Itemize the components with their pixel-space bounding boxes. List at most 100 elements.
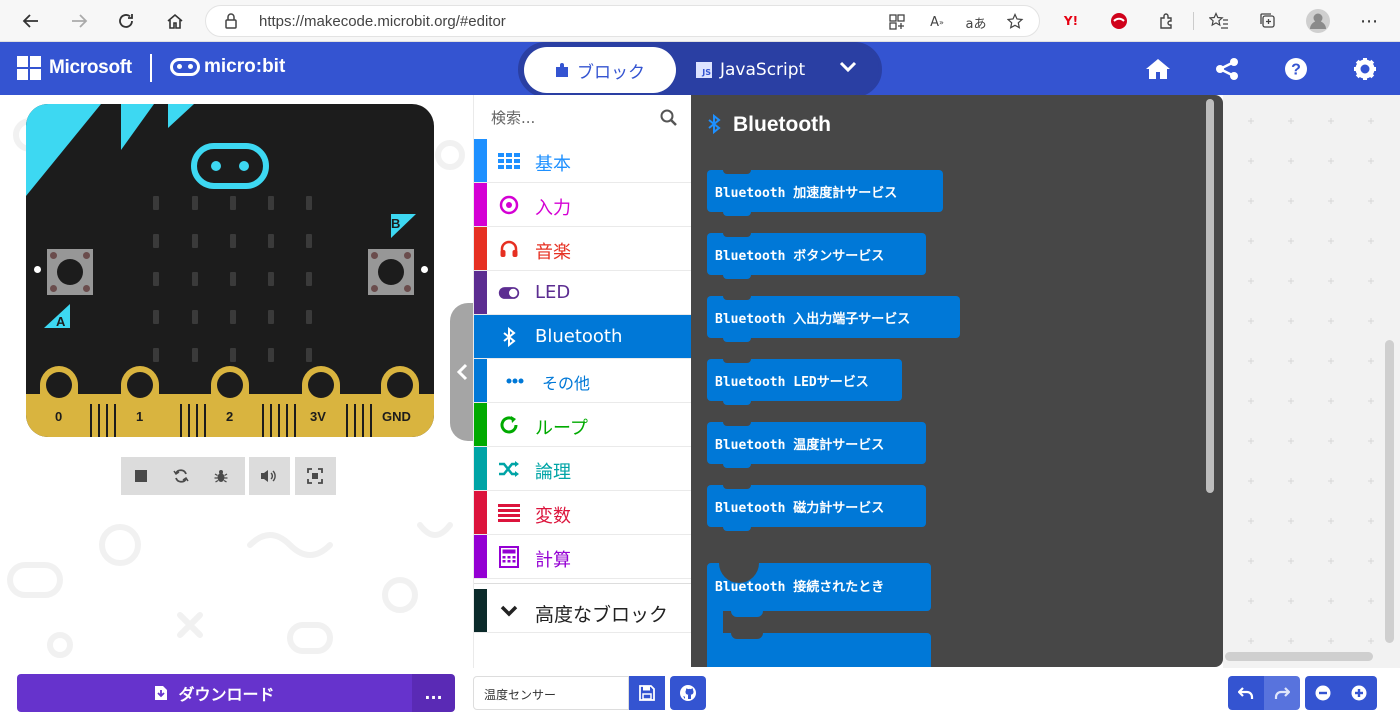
zoom-in-icon	[1351, 685, 1367, 701]
flyout-scrollbar[interactable]	[1206, 99, 1214, 493]
extensions-icon[interactable]	[1154, 8, 1180, 34]
download-more-button[interactable]: ...	[412, 674, 455, 712]
undo-button[interactable]	[1228, 676, 1264, 710]
collections-icon[interactable]	[1255, 8, 1281, 34]
toggle-icon	[498, 282, 520, 304]
block-button-service[interactable]: Bluetooth ボタンサービス	[707, 233, 926, 279]
workspace[interactable]	[1223, 95, 1400, 668]
yahoo-extension-icon[interactable]: Y!	[1058, 8, 1084, 34]
tab-blocks-label: ブロック	[577, 62, 645, 83]
url-text: https://makecode.microbit.org/#editor	[259, 13, 506, 30]
favorite-add-icon[interactable]	[1005, 11, 1027, 33]
lock-icon	[224, 12, 238, 34]
tab-blocks[interactable]: ブロック	[524, 47, 676, 93]
more-menu-icon[interactable]: ⋯	[1356, 8, 1382, 34]
download-label: ダウンロード	[178, 685, 275, 704]
gear-icon[interactable]	[1350, 54, 1380, 84]
chevron-down-icon[interactable]	[839, 57, 857, 78]
workspace-scrollbar-horizontal[interactable]	[1225, 652, 1373, 661]
toolbox: 検索... 基本 入力 音楽 LED Bluetooth その他 ループ 論理 …	[473, 95, 692, 668]
category-label: 変数	[535, 506, 571, 527]
board-side-dot	[34, 266, 41, 273]
search-input[interactable]: 検索...	[474, 95, 692, 139]
back-icon[interactable]	[16, 6, 46, 36]
block-io-pin-service[interactable]: Bluetooth 入出力端子サービス	[707, 296, 960, 342]
zoom-out-button[interactable]	[1305, 676, 1341, 710]
refresh-icon[interactable]	[111, 6, 141, 36]
category-more[interactable]: その他	[474, 359, 692, 403]
category-bluetooth[interactable]: Bluetooth	[474, 315, 692, 359]
app-grid-icon[interactable]	[886, 11, 908, 33]
help-icon[interactable]: ?	[1281, 54, 1311, 84]
favorites-icon[interactable]	[1206, 8, 1232, 34]
address-bar[interactable]: https://makecode.microbit.org/#editor A»…	[205, 5, 1040, 37]
block-accelerometer-service[interactable]: Bluetooth 加速度計サービス	[707, 170, 943, 216]
volume-icon[interactable]	[249, 457, 289, 495]
home-browser-icon[interactable]	[160, 6, 190, 36]
category-label: 入力	[535, 198, 571, 219]
project-name-input[interactable]: 温度センサー	[473, 676, 629, 710]
microbit-face-icon	[170, 58, 200, 76]
microsoft-brand-text: Microsoft	[49, 57, 132, 78]
bluetooth-icon	[498, 326, 520, 348]
share-icon[interactable]	[1212, 54, 1242, 84]
simulator-panel: B A 0 1 2 3V GND	[0, 95, 472, 668]
js-icon: JS	[696, 62, 712, 78]
block-magnetometer-service[interactable]: Bluetooth 磁力計サービス	[707, 485, 926, 531]
category-led[interactable]: LED	[474, 271, 692, 315]
stop-icon[interactable]	[121, 457, 161, 495]
microsoft-squares-icon	[17, 56, 41, 80]
category-label: ループ	[535, 418, 588, 439]
category-loops[interactable]: ループ	[474, 403, 692, 447]
github-button[interactable]	[670, 676, 706, 710]
button-a-label: A	[56, 314, 66, 329]
profile-avatar[interactable]	[1305, 8, 1331, 34]
category-basic[interactable]: 基本	[474, 139, 692, 183]
workspace-scrollbar-vertical[interactable]	[1385, 340, 1394, 643]
pin-label: 0	[55, 409, 63, 424]
simulator-controls	[121, 457, 245, 495]
zoom-out-icon	[1315, 685, 1331, 701]
grid-icon	[498, 150, 520, 172]
security-extension-icon[interactable]	[1106, 8, 1132, 34]
pin-label: 1	[136, 409, 144, 424]
home-icon[interactable]	[1143, 54, 1173, 84]
category-logic[interactable]: 論理	[474, 447, 692, 491]
fullscreen-control	[295, 457, 336, 495]
category-input[interactable]: 入力	[474, 183, 692, 227]
forward-icon[interactable]	[64, 6, 94, 36]
workspace-grid	[1223, 95, 1400, 668]
block-temperature-service[interactable]: Bluetooth 温度計サービス	[707, 422, 926, 468]
microbit-logo[interactable]: micro:bit	[170, 56, 285, 78]
dots-icon	[504, 370, 526, 392]
block-led-service[interactable]: Bluetooth LEDサービス	[707, 359, 902, 405]
search-icon[interactable]	[660, 109, 677, 126]
collapse-simulator-button[interactable]	[450, 303, 474, 441]
microbit-board[interactable]: B A 0 1 2 3V GND	[26, 104, 434, 437]
category-variables[interactable]: 変数	[474, 491, 692, 535]
tab-javascript[interactable]: JS JavaScript	[696, 47, 836, 93]
save-button[interactable]	[629, 676, 665, 710]
puzzle-icon	[556, 63, 568, 77]
save-icon	[639, 685, 655, 701]
toolbox-divider	[474, 583, 692, 584]
read-aloud-icon[interactable]: A»	[926, 11, 948, 33]
category-music[interactable]: 音楽	[474, 227, 692, 271]
download-button[interactable]: ダウンロード	[17, 674, 412, 712]
debug-bug-icon[interactable]	[201, 457, 241, 495]
translate-icon[interactable]: aあ	[965, 11, 987, 33]
redo-button[interactable]	[1264, 676, 1300, 710]
button-a[interactable]	[47, 249, 93, 295]
zoom-in-button[interactable]	[1341, 676, 1377, 710]
block-on-connected-label: Bluetooth 接続されたとき	[715, 580, 885, 595]
target-icon	[498, 194, 520, 216]
fullscreen-icon[interactable]	[295, 457, 335, 495]
category-math[interactable]: 計算	[474, 535, 692, 579]
github-icon	[680, 685, 696, 701]
toolbar-divider	[1193, 12, 1194, 30]
microsoft-logo[interactable]: Microsoft	[17, 56, 132, 80]
restart-icon[interactable]	[161, 457, 201, 495]
button-b[interactable]	[368, 249, 414, 295]
bottom-toolbar: ダウンロード ... 温度センサー	[0, 668, 1400, 718]
category-advanced[interactable]: 高度なブロック	[474, 589, 692, 633]
